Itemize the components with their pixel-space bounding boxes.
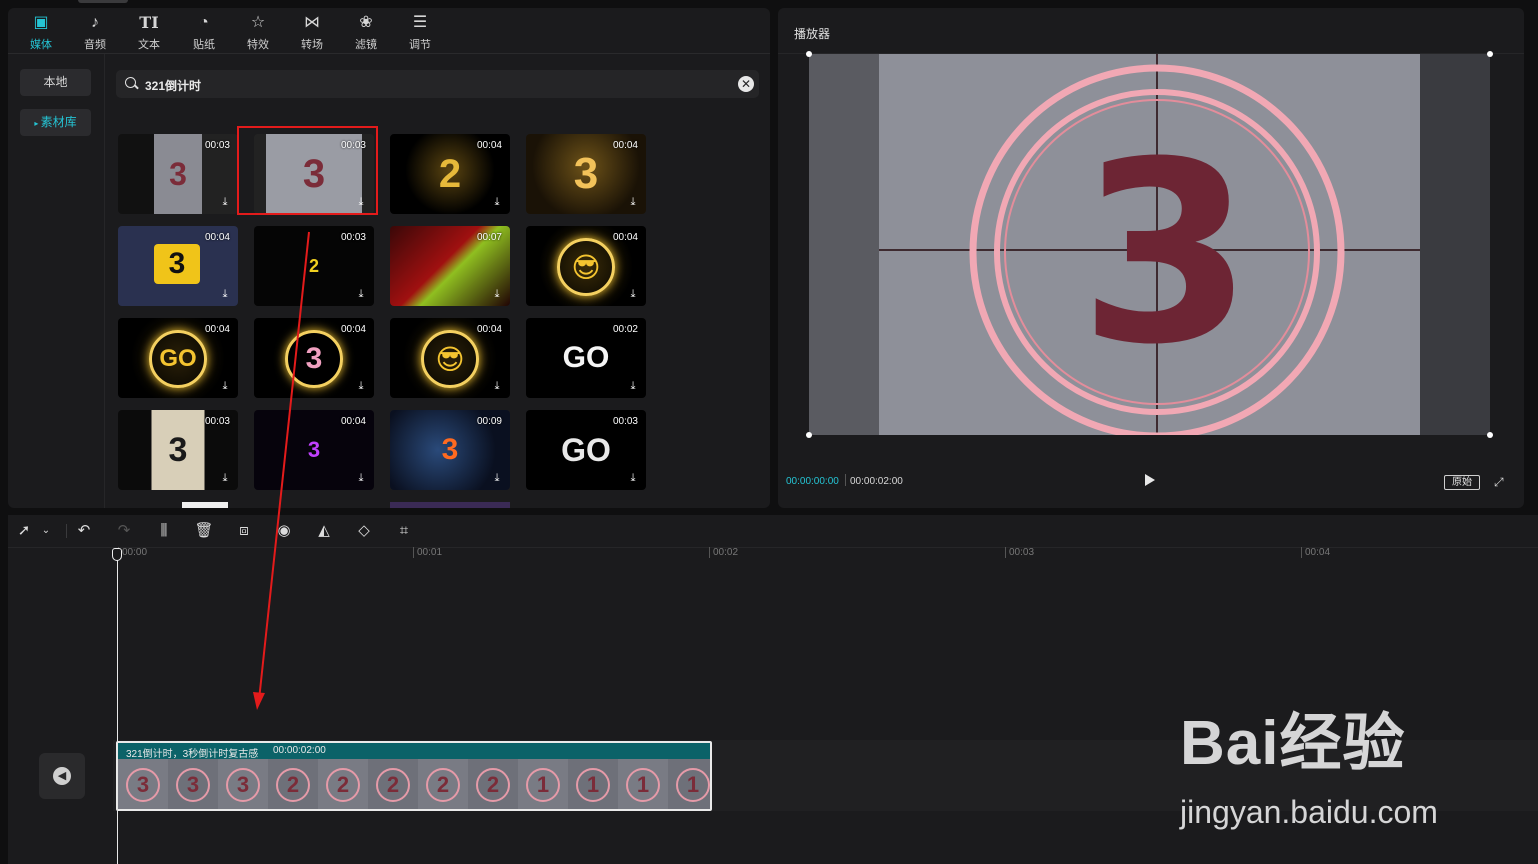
watermark-url: jingyan.baidu.com <box>1180 794 1438 830</box>
watermark-text: Bai经验 <box>1180 709 1406 778</box>
watermark-logo: Bai经验 <box>1180 692 1405 782</box>
